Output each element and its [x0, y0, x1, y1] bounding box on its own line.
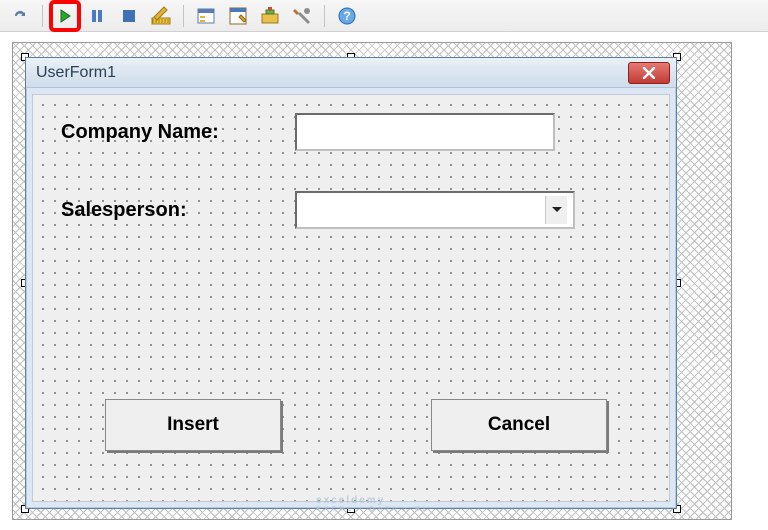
project-explorer-button[interactable] [192, 2, 220, 30]
pause-icon [90, 9, 104, 23]
hammer-wrench-icon [292, 6, 312, 26]
userform-body[interactable]: Company Name: Salesperson: Insert Cancel [32, 94, 670, 502]
chevron-down-icon [551, 201, 563, 219]
toolbar: ? [0, 0, 768, 32]
close-icon [641, 67, 657, 79]
run-button[interactable] [51, 2, 79, 30]
design-mode-button[interactable] [147, 2, 175, 30]
company-name-textbox[interactable] [295, 113, 555, 151]
cancel-button-label: Cancel [488, 414, 550, 436]
redo-icon [11, 7, 29, 25]
insert-button-label: Insert [167, 414, 219, 436]
stop-icon [122, 9, 136, 23]
toolbox-icon [260, 6, 280, 26]
redo-button[interactable] [6, 2, 34, 30]
ruler-pencil-icon [151, 6, 171, 26]
toolbar-separator [183, 5, 184, 27]
combobox-dropdown-button[interactable] [545, 196, 567, 224]
toolbar-separator [324, 5, 325, 27]
cancel-button[interactable]: Cancel [431, 399, 607, 451]
toolbox-button[interactable] [256, 2, 284, 30]
salesperson-combobox[interactable] [295, 191, 575, 229]
insert-button[interactable]: Insert [105, 399, 281, 451]
company-name-label: Company Name: [61, 121, 219, 144]
close-button[interactable] [628, 62, 670, 84]
options-button[interactable] [288, 2, 316, 30]
help-icon: ? [337, 6, 357, 26]
project-explorer-icon [196, 6, 216, 26]
form-designer-surface[interactable]: UserForm1 Company Name: Salesperson: [12, 42, 732, 520]
properties-window-button[interactable] [224, 2, 252, 30]
pause-button[interactable] [83, 2, 111, 30]
help-button[interactable]: ? [333, 2, 361, 30]
properties-window-icon [228, 6, 248, 26]
salesperson-label: Salesperson: [61, 199, 187, 222]
svg-text:?: ? [343, 9, 350, 23]
userform-title: UserForm1 [36, 64, 116, 82]
userform-titlebar[interactable]: UserForm1 [26, 58, 676, 88]
userform-window[interactable]: UserForm1 Company Name: Salesperson: [25, 57, 677, 509]
play-icon [58, 9, 72, 23]
toolbar-separator [42, 5, 43, 27]
stop-button[interactable] [115, 2, 143, 30]
